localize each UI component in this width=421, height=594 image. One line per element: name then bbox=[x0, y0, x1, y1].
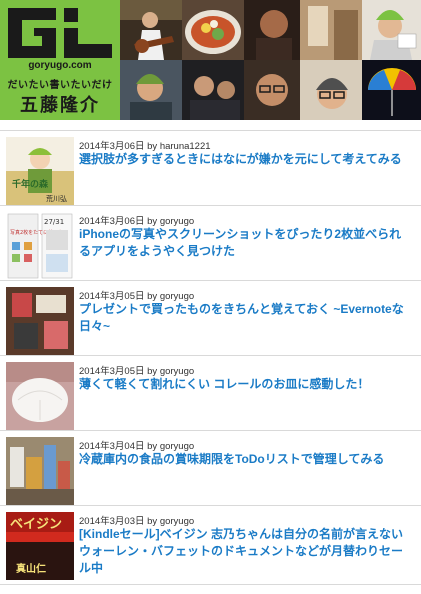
article-meta: 2014年3月06日 by goryugo bbox=[79, 213, 194, 227]
article-thumbnail[interactable] bbox=[6, 437, 74, 505]
photo-guitar-player bbox=[120, 0, 182, 60]
article-title-link[interactable]: 冷蔵庫内の食品の賞味期限をToDoリストで管理してみる bbox=[79, 451, 409, 468]
article-thumbnail[interactable]: 27/31 写真2枚をたてに並べたい bbox=[6, 212, 74, 280]
article-meta: 2014年3月03日 by goryugo bbox=[79, 513, 194, 527]
thumb-book-title: 千年の森 bbox=[12, 178, 49, 190]
thumb-book-author: 荒川弘 bbox=[46, 194, 67, 203]
article-item[interactable]: 27/31 写真2枚をたてに並べたい 2014年3月06日 by goryugo… bbox=[0, 206, 421, 281]
article-meta: 2014年3月05日 by goryugo bbox=[79, 288, 194, 302]
logo-mark-icon bbox=[8, 8, 112, 58]
site-logo[interactable]: goryugo.com だいたい書いたいだけ 五藤隆介 bbox=[0, 0, 120, 120]
article-thumbnail[interactable] bbox=[6, 362, 74, 430]
photo-room bbox=[300, 0, 362, 60]
article-item[interactable]: 2014年3月05日 by goryugo プレゼントで買ったものをきちんと覚え… bbox=[0, 281, 421, 356]
article-meta: 2014年3月04日 by goryugo bbox=[79, 438, 194, 452]
article-item[interactable]: 2014年3月04日 by goryugo 冷蔵庫内の食品の賞味期限をToDoリ… bbox=[0, 431, 421, 506]
article-item[interactable]: 千年の森 荒川弘 2014年3月06日 by haruna1221 選択肢が多す… bbox=[0, 131, 421, 206]
photo-green-hat bbox=[362, 0, 421, 60]
logo-tagline: だいたい書いたいだけ bbox=[7, 80, 113, 91]
photo-glasses-man bbox=[244, 60, 300, 120]
article-thumbnail[interactable]: ベイジン 真山仁 bbox=[6, 512, 74, 580]
header-photo-mosaic bbox=[120, 0, 421, 120]
thumb-date-label: 27/31 bbox=[44, 218, 64, 226]
article-item[interactable]: ベイジン 真山仁 2014年3月03日 by goryugo [Kindleセー… bbox=[0, 506, 421, 585]
thumb-book-title: ベイジン bbox=[10, 517, 62, 532]
article-title-link[interactable]: [Kindleセール]ベイジン 志乃ちゃんは自分の名前が言えない ウォーレン・バ… bbox=[79, 526, 409, 577]
article-thumbnail[interactable] bbox=[6, 287, 74, 355]
article-title-link[interactable]: iPhoneの写真やスクリーンショットをぴったり2枚並べられるアプリをようやく見… bbox=[79, 226, 409, 260]
logo-author-name: 五藤隆介 bbox=[20, 95, 100, 116]
article-title-link[interactable]: プレゼントで買ったものをきちんと覚えておく ~Evernoteな日々~ bbox=[79, 301, 409, 335]
photo-food-bowl bbox=[182, 0, 244, 60]
photo-umbrella bbox=[362, 60, 421, 120]
thumb-book-author: 真山仁 bbox=[16, 562, 46, 575]
article-meta: 2014年3月05日 by goryugo bbox=[79, 363, 194, 377]
photo-beanie-glasses bbox=[300, 60, 362, 120]
article-title-link[interactable]: 薄くて軽くて割れにくい コレールのお皿に感動した！ bbox=[79, 376, 409, 393]
article-item[interactable]: 2014年3月05日 by goryugo 薄くて軽くて割れにくい コレールのお… bbox=[0, 356, 421, 431]
logo-domain: goryugo.com bbox=[28, 60, 92, 71]
article-list: 千年の森 荒川弘 2014年3月06日 by haruna1221 選択肢が多す… bbox=[0, 131, 421, 585]
photo-man-beanie bbox=[120, 60, 182, 120]
article-title-link[interactable]: 選択肢が多すぎるときにはなにが嫌かを元にして考えてみる bbox=[79, 151, 409, 168]
photo-night-crowd bbox=[182, 60, 244, 120]
article-thumbnail[interactable]: 千年の森 荒川弘 bbox=[6, 137, 74, 205]
photo-dark-portrait bbox=[244, 0, 300, 60]
site-header: goryugo.com だいたい書いたいだけ 五藤隆介 bbox=[0, 0, 421, 120]
article-meta: 2014年3月06日 by haruna1221 bbox=[79, 138, 211, 152]
